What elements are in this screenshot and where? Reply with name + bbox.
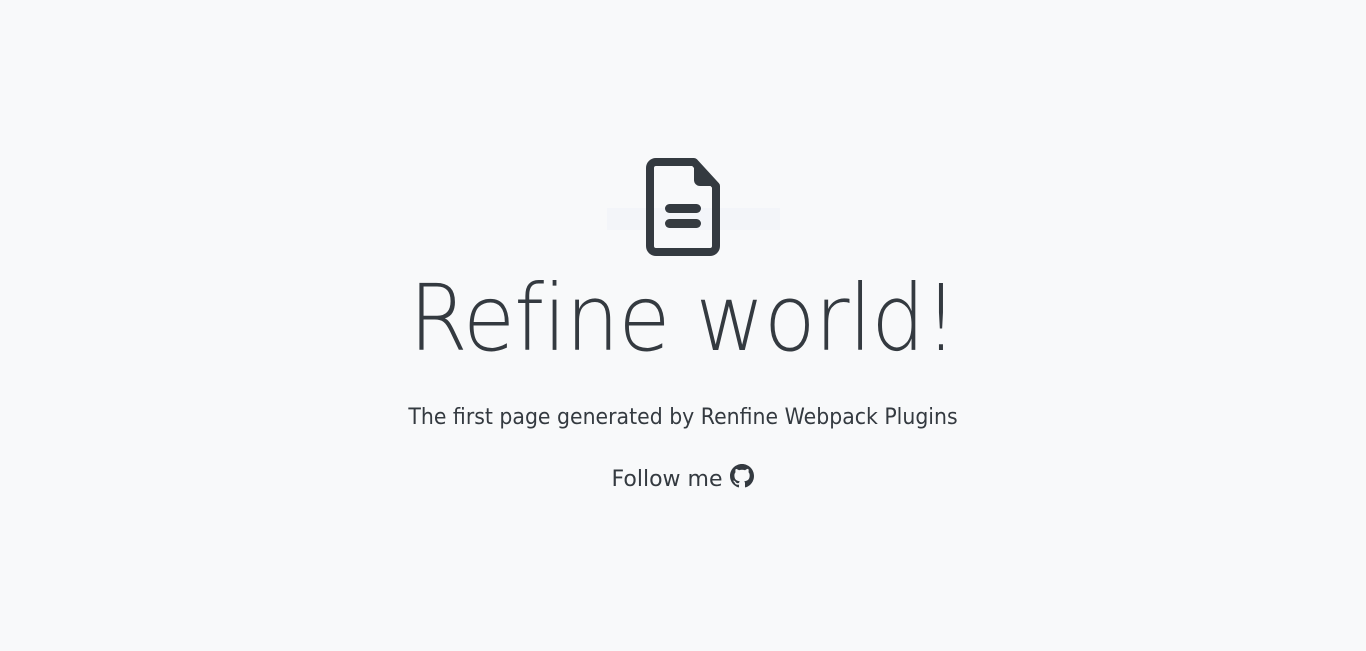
follow-me-link[interactable]: Follow me	[612, 464, 755, 496]
github-icon	[730, 464, 755, 496]
landing-page: Refine world! The first page generated b…	[0, 0, 1366, 651]
page-title: Refine world!	[408, 265, 958, 372]
page-subtitle: The first page generated by Renfine Webp…	[408, 405, 958, 430]
hero-section: Refine world! The first page generated b…	[0, 158, 1366, 496]
follow-me-label: Follow me	[611, 467, 723, 492]
file-document-icon	[0, 158, 1366, 256]
